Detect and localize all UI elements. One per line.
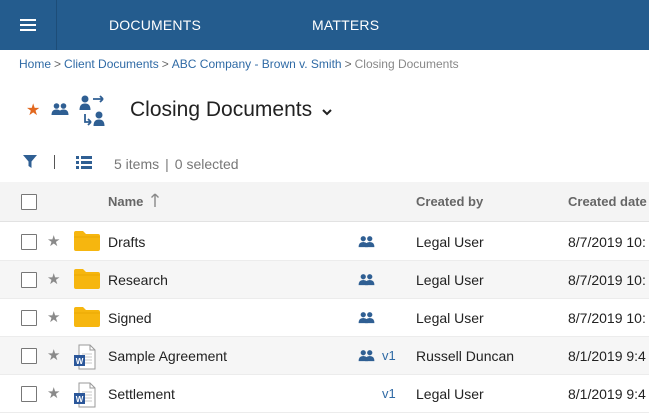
row-created-by: Legal User <box>416 272 484 288</box>
folder-icon <box>73 230 101 257</box>
word-document-icon: W <box>73 382 97 413</box>
row-created-by: Legal User <box>416 386 484 402</box>
folder-icon <box>73 268 101 295</box>
page-title: Closing Documents <box>130 98 313 121</box>
row-name[interactable]: Signed <box>108 310 152 326</box>
row-checkbox[interactable] <box>21 348 37 364</box>
favorite-star-icon[interactable]: ★ <box>26 100 40 120</box>
table-row[interactable]: ★ Drafts Legal User 8/7/2019 10: <box>0 223 649 261</box>
folder-icon <box>73 306 101 333</box>
breadcrumb-separator: > <box>54 57 62 71</box>
row-created-date: 8/7/2019 10: <box>568 272 646 288</box>
chevron-down-icon[interactable] <box>321 104 333 122</box>
breadcrumb-separator: > <box>161 57 169 71</box>
sort-ascending-icon[interactable] <box>150 192 160 213</box>
star-icon[interactable]: ★ <box>47 232 60 250</box>
breadcrumb-matter[interactable]: ABC Company - Brown v. Smith <box>172 57 342 71</box>
grid-header: Name Created by Created date <box>0 182 649 222</box>
shared-people-icon <box>358 273 375 291</box>
row-created-by: Legal User <box>416 234 484 250</box>
row-created-date: 8/7/2019 10: <box>568 234 646 250</box>
share-workflow-icon <box>79 94 119 133</box>
nav-tab-matters[interactable]: MATTERS <box>312 0 379 50</box>
row-name[interactable]: Research <box>108 272 168 288</box>
toolbar: 5 items | 0 selected <box>0 150 649 178</box>
breadcrumb-separator: > <box>344 57 352 71</box>
row-version[interactable]: v1 <box>382 386 396 401</box>
toolbar-divider <box>54 155 55 169</box>
row-name[interactable]: Drafts <box>108 234 145 250</box>
row-created-date: 8/1/2019 9:4 <box>568 386 646 402</box>
shared-people-icon <box>358 311 375 329</box>
table-row[interactable]: ★ W Sample Agreement v1 Russell Duncan 8… <box>0 337 649 375</box>
breadcrumb-current: Closing Documents <box>354 57 459 71</box>
row-created-date: 8/1/2019 9:4 <box>568 348 646 364</box>
breadcrumb-client-documents[interactable]: Client Documents <box>64 57 159 71</box>
column-header-created-date[interactable]: Created date <box>568 194 647 209</box>
item-count: 5 items <box>114 156 160 172</box>
row-name[interactable]: Settlement <box>108 386 175 402</box>
star-icon[interactable]: ★ <box>47 346 60 364</box>
star-icon[interactable]: ★ <box>47 308 60 326</box>
filter-icon[interactable] <box>23 155 37 174</box>
svg-text:W: W <box>76 357 84 366</box>
list-view-icon[interactable] <box>76 156 92 174</box>
table-row[interactable]: ★ W Settlement v1 Legal User 8/1/2019 9:… <box>0 375 649 413</box>
shared-people-icon <box>51 102 69 121</box>
column-header-created-by[interactable]: Created by <box>416 194 483 209</box>
star-icon[interactable]: ★ <box>47 384 60 402</box>
row-name[interactable]: Sample Agreement <box>108 348 227 364</box>
row-checkbox[interactable] <box>21 234 37 250</box>
star-icon[interactable]: ★ <box>47 270 60 288</box>
title-row: ★ Closing Documents <box>0 90 649 130</box>
row-created-by: Russell Duncan <box>416 348 515 364</box>
row-checkbox[interactable] <box>21 272 37 288</box>
table-row[interactable]: ★ Signed Legal User 8/7/2019 10: <box>0 299 649 337</box>
breadcrumb: Home > Client Documents > ABC Company - Brow… <box>19 57 459 71</box>
row-created-date: 8/7/2019 10: <box>568 310 646 326</box>
hamburger-menu-icon[interactable] <box>0 0 57 50</box>
breadcrumb-home[interactable]: Home <box>19 57 51 71</box>
column-header-name[interactable]: Name <box>108 194 143 209</box>
row-version[interactable]: v1 <box>382 348 396 363</box>
shared-people-icon <box>358 235 375 253</box>
word-document-icon: W <box>73 344 97 375</box>
row-checkbox[interactable] <box>21 310 37 326</box>
shared-people-icon <box>358 349 375 367</box>
nav-tab-documents[interactable]: DOCUMENTS <box>109 0 201 50</box>
select-all-checkbox[interactable] <box>21 194 37 210</box>
row-created-by: Legal User <box>416 310 484 326</box>
top-nav-bar: DOCUMENTS MATTERS <box>0 0 649 50</box>
svg-text:W: W <box>76 395 84 404</box>
row-checkbox[interactable] <box>21 386 37 402</box>
table-row[interactable]: ★ Research Legal User 8/7/2019 10: <box>0 261 649 299</box>
selected-count: 0 selected <box>174 156 239 172</box>
item-counts: 5 items | 0 selected <box>114 156 239 172</box>
